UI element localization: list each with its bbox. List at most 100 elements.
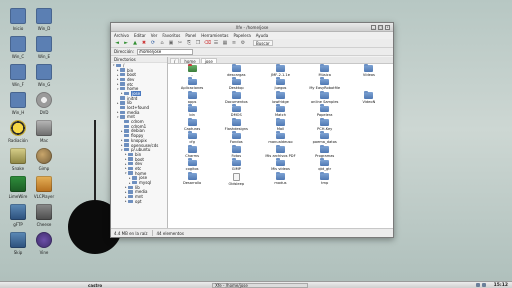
file-item[interactable]: Mis vídeos [258,158,302,174]
file-item[interactable]: Match [258,104,302,120]
tray-network-icon[interactable] [476,283,480,287]
desktop-icon[interactable]: Win_G [30,64,58,87]
terminal-button[interactable]: ▣ [168,40,174,46]
maximize-button[interactable]: □ [378,25,383,30]
file-item[interactable]: Flashdesigns [214,117,258,133]
file-name: GIMP [231,167,241,171]
stop-button[interactable]: ✖ [141,40,147,46]
file-item[interactable]: Juegos [258,77,302,93]
desktop-icon[interactable]: Inicio [4,8,32,31]
file-item[interactable]: GIMP [214,158,258,174]
file-item[interactable]: modus [258,171,302,187]
delete-button[interactable]: ⌫ [204,40,211,46]
file-item[interactable]: Fondos [214,131,258,147]
up-button[interactable]: ▲ [132,40,138,46]
file-item[interactable]: Vídeos [347,64,391,79]
close-button[interactable]: x [385,25,390,30]
file-name: Mail [276,126,285,131]
desktop-icon[interactable]: Win_C [4,36,32,59]
file-item[interactable]: qbt_gtr [303,158,347,174]
desktop-icon[interactable]: DVD [30,92,58,115]
location-input[interactable] [137,48,194,55]
details-view-button[interactable]: ≡ [231,40,237,46]
menu-item[interactable]: Editar [134,33,146,38]
file-item[interactable]: .. [170,64,214,79]
file-item[interactable]: Aplicaciones [170,77,214,93]
file-item[interactable]: cogitos [170,158,214,174]
forward-button[interactable]: ► [123,40,129,46]
start-menu-button[interactable]: castro [0,283,102,288]
desktop-icon[interactable]: gFTP [4,204,32,227]
file-item[interactable]: manualdeuso [258,131,302,147]
menu-item[interactable]: Ayuda [256,33,268,38]
file-item[interactable]: Mail [258,117,302,133]
file-item[interactable]: bin [170,104,214,120]
file-item[interactable]: tmp [303,171,347,187]
icon-view-button[interactable]: ▦ [222,40,228,46]
desktop-icon[interactable]: LimeWire [4,176,32,199]
home-button[interactable]: ⌂ [159,40,165,46]
file-item[interactable]: Fotos [214,144,258,160]
window-titlebar[interactable]: Xfe - /home/jose _ □ x [111,23,393,32]
file-item[interactable]: VideoN [347,90,391,106]
desktop-icon-label: gFTP [13,222,23,227]
menu-item[interactable]: Panel [185,33,196,38]
path-tab[interactable]: / [170,57,180,64]
menu-item[interactable]: Ver [151,33,158,38]
file-item[interactable]: lowfridge [258,90,302,106]
file-item[interactable]: Papelera [303,104,347,120]
menu-item[interactable]: Archivo [114,33,129,38]
search-button[interactable]: Buscar [253,40,273,46]
desktop-icon[interactable]: Win_F [4,64,32,87]
desktop-icon[interactable]: Win_H [4,92,32,115]
desktop-icon[interactable]: Skip [4,232,32,255]
folder-icon [120,73,125,77]
desktop-icon[interactable]: Win_D [30,8,58,31]
file-item[interactable]: cfg [170,131,214,147]
menu-item[interactable]: Herramientas [201,33,228,38]
desktop-icon[interactable]: Cheese [30,204,58,227]
path-tab[interactable]: jose [200,57,217,64]
file-item[interactable]: My EasyRobotfile [303,77,347,93]
file-item[interactable]: poema_datos [303,131,347,147]
minimize-button[interactable]: _ [371,25,376,30]
file-item[interactable]: DMOS [214,104,258,120]
list-view-button[interactable]: ☰ [213,40,219,46]
desktop-icon[interactable]: Mac [30,120,58,143]
file-item[interactable]: Desktop [214,77,258,93]
folder-icon [187,104,197,112]
desktop-icon[interactable]: Vine [30,232,58,255]
file-item[interactable]: Capturas [170,117,214,133]
file-item[interactable]: Programas [303,144,347,160]
file-item[interactable]: Mis archivos PDF [258,144,302,160]
desktop-icon[interactable]: Snake [4,148,32,171]
desktop-icon[interactable]: Win_E [30,36,58,59]
file-item[interactable]: descargas [214,64,258,79]
taskbar-window-button[interactable]: Xfe - /home/jose [212,282,309,288]
gimp-icon [36,148,52,164]
refresh-button[interactable]: ⟳ [150,40,156,46]
file-item[interactable]: online Samples [303,90,347,106]
paste-button[interactable]: ❐ [195,40,201,46]
copy-button[interactable]: ⎘ [186,40,192,46]
tray-volume-icon[interactable] [482,283,486,287]
menu-item[interactable]: Favoritos [162,33,180,38]
tree-node[interactable]: ▸ opt [111,199,167,204]
file-item[interactable]: Charms [170,144,214,160]
file-item[interactable]: JMF-2.1.1e [258,64,302,79]
back-button[interactable]: ◄ [114,40,120,46]
cut-button[interactable]: ✂ [177,40,183,46]
file-item[interactable]: Música [303,64,347,79]
windows-drive-icon [36,36,52,52]
desktop-icon[interactable]: Gimp [30,148,58,171]
desktop-icon[interactable]: Radiación [4,120,32,143]
file-item[interactable]: Oldsleep [214,173,258,187]
options-button[interactable]: ⚙ [240,40,246,46]
menu-item[interactable]: Papelera [233,33,250,38]
desktop-icon[interactable]: VLCPlayer [30,176,58,199]
path-tab[interactable]: home [180,57,200,64]
file-item[interactable]: apps [170,90,214,106]
file-item[interactable]: Documentos [214,90,258,106]
file-item[interactable]: Desarrollo [170,171,214,187]
file-item[interactable]: PCH-Key [303,117,347,133]
